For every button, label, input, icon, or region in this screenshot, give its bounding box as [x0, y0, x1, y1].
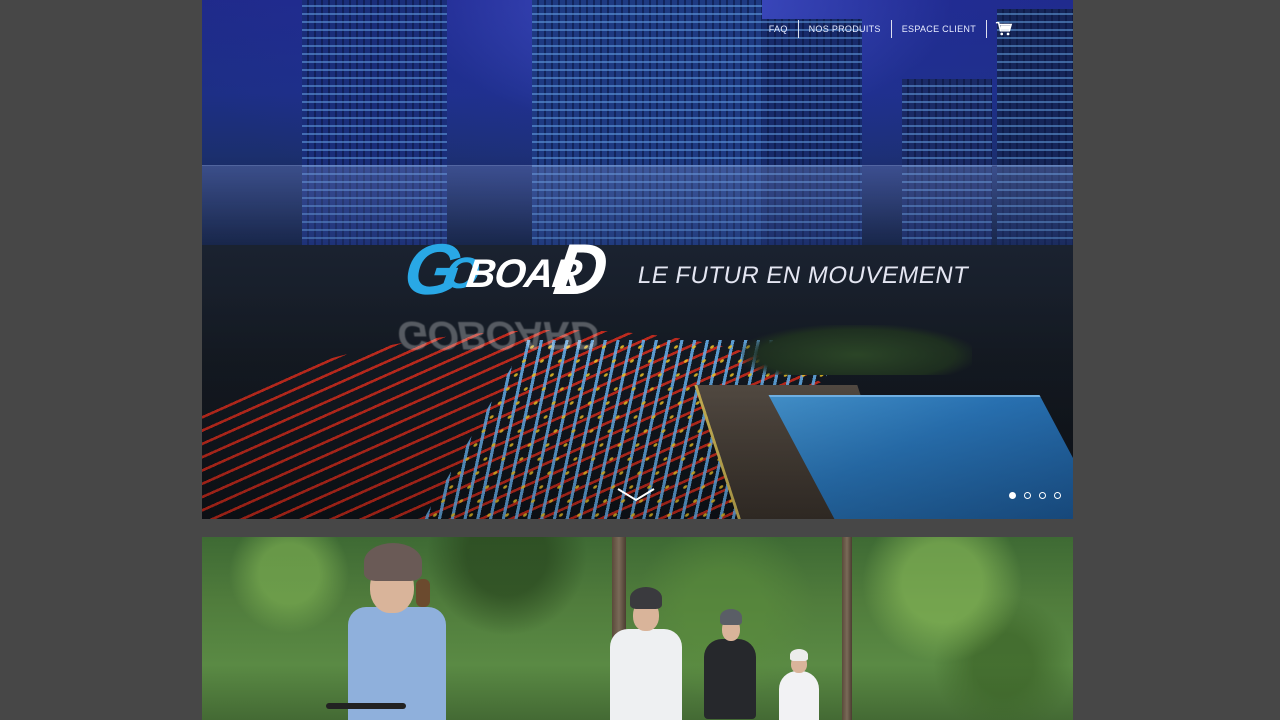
chevron-down-icon[interactable] — [616, 486, 656, 504]
helmet-icon — [630, 587, 662, 609]
helmet-icon — [364, 543, 422, 581]
rider-man — [606, 587, 686, 720]
carousel-dot[interactable] — [1054, 492, 1061, 499]
rider-man — [700, 609, 760, 720]
logo-letter-d: D — [549, 230, 613, 310]
shopping-cart-icon[interactable] — [995, 20, 1013, 38]
nav-item-espace-client[interactable]: ESPACE CLIENT — [892, 20, 987, 38]
tree-trunk — [842, 537, 852, 720]
page: FAQ NOS PRODUITS ESPACE CLIENT G O BOAR … — [202, 0, 1073, 720]
hero-overlay — [202, 0, 1073, 519]
segway-riders-photo — [202, 537, 1073, 720]
carousel-dot[interactable] — [1039, 492, 1046, 499]
rider-woman — [326, 543, 460, 720]
nav-item-faq[interactable]: FAQ — [759, 20, 799, 38]
hero-banner: FAQ NOS PRODUITS ESPACE CLIENT G O BOAR … — [202, 0, 1073, 519]
top-nav: FAQ NOS PRODUITS ESPACE CLIENT — [759, 20, 1013, 38]
hero-tagline: LE FUTUR EN MOUVEMENT — [635, 262, 971, 289]
carousel-dots — [1009, 492, 1061, 499]
helmet-icon — [720, 609, 742, 625]
helmet-icon — [790, 649, 808, 661]
rider-man — [777, 649, 821, 720]
carousel-dot[interactable] — [1009, 492, 1016, 499]
logo-reflection: GOBOARD — [397, 313, 597, 357]
goboard-logo[interactable]: G O BOAR D — [399, 230, 615, 312]
nav-item-nos-produits[interactable]: NOS PRODUITS — [799, 20, 892, 38]
carousel-dot[interactable] — [1024, 492, 1031, 499]
